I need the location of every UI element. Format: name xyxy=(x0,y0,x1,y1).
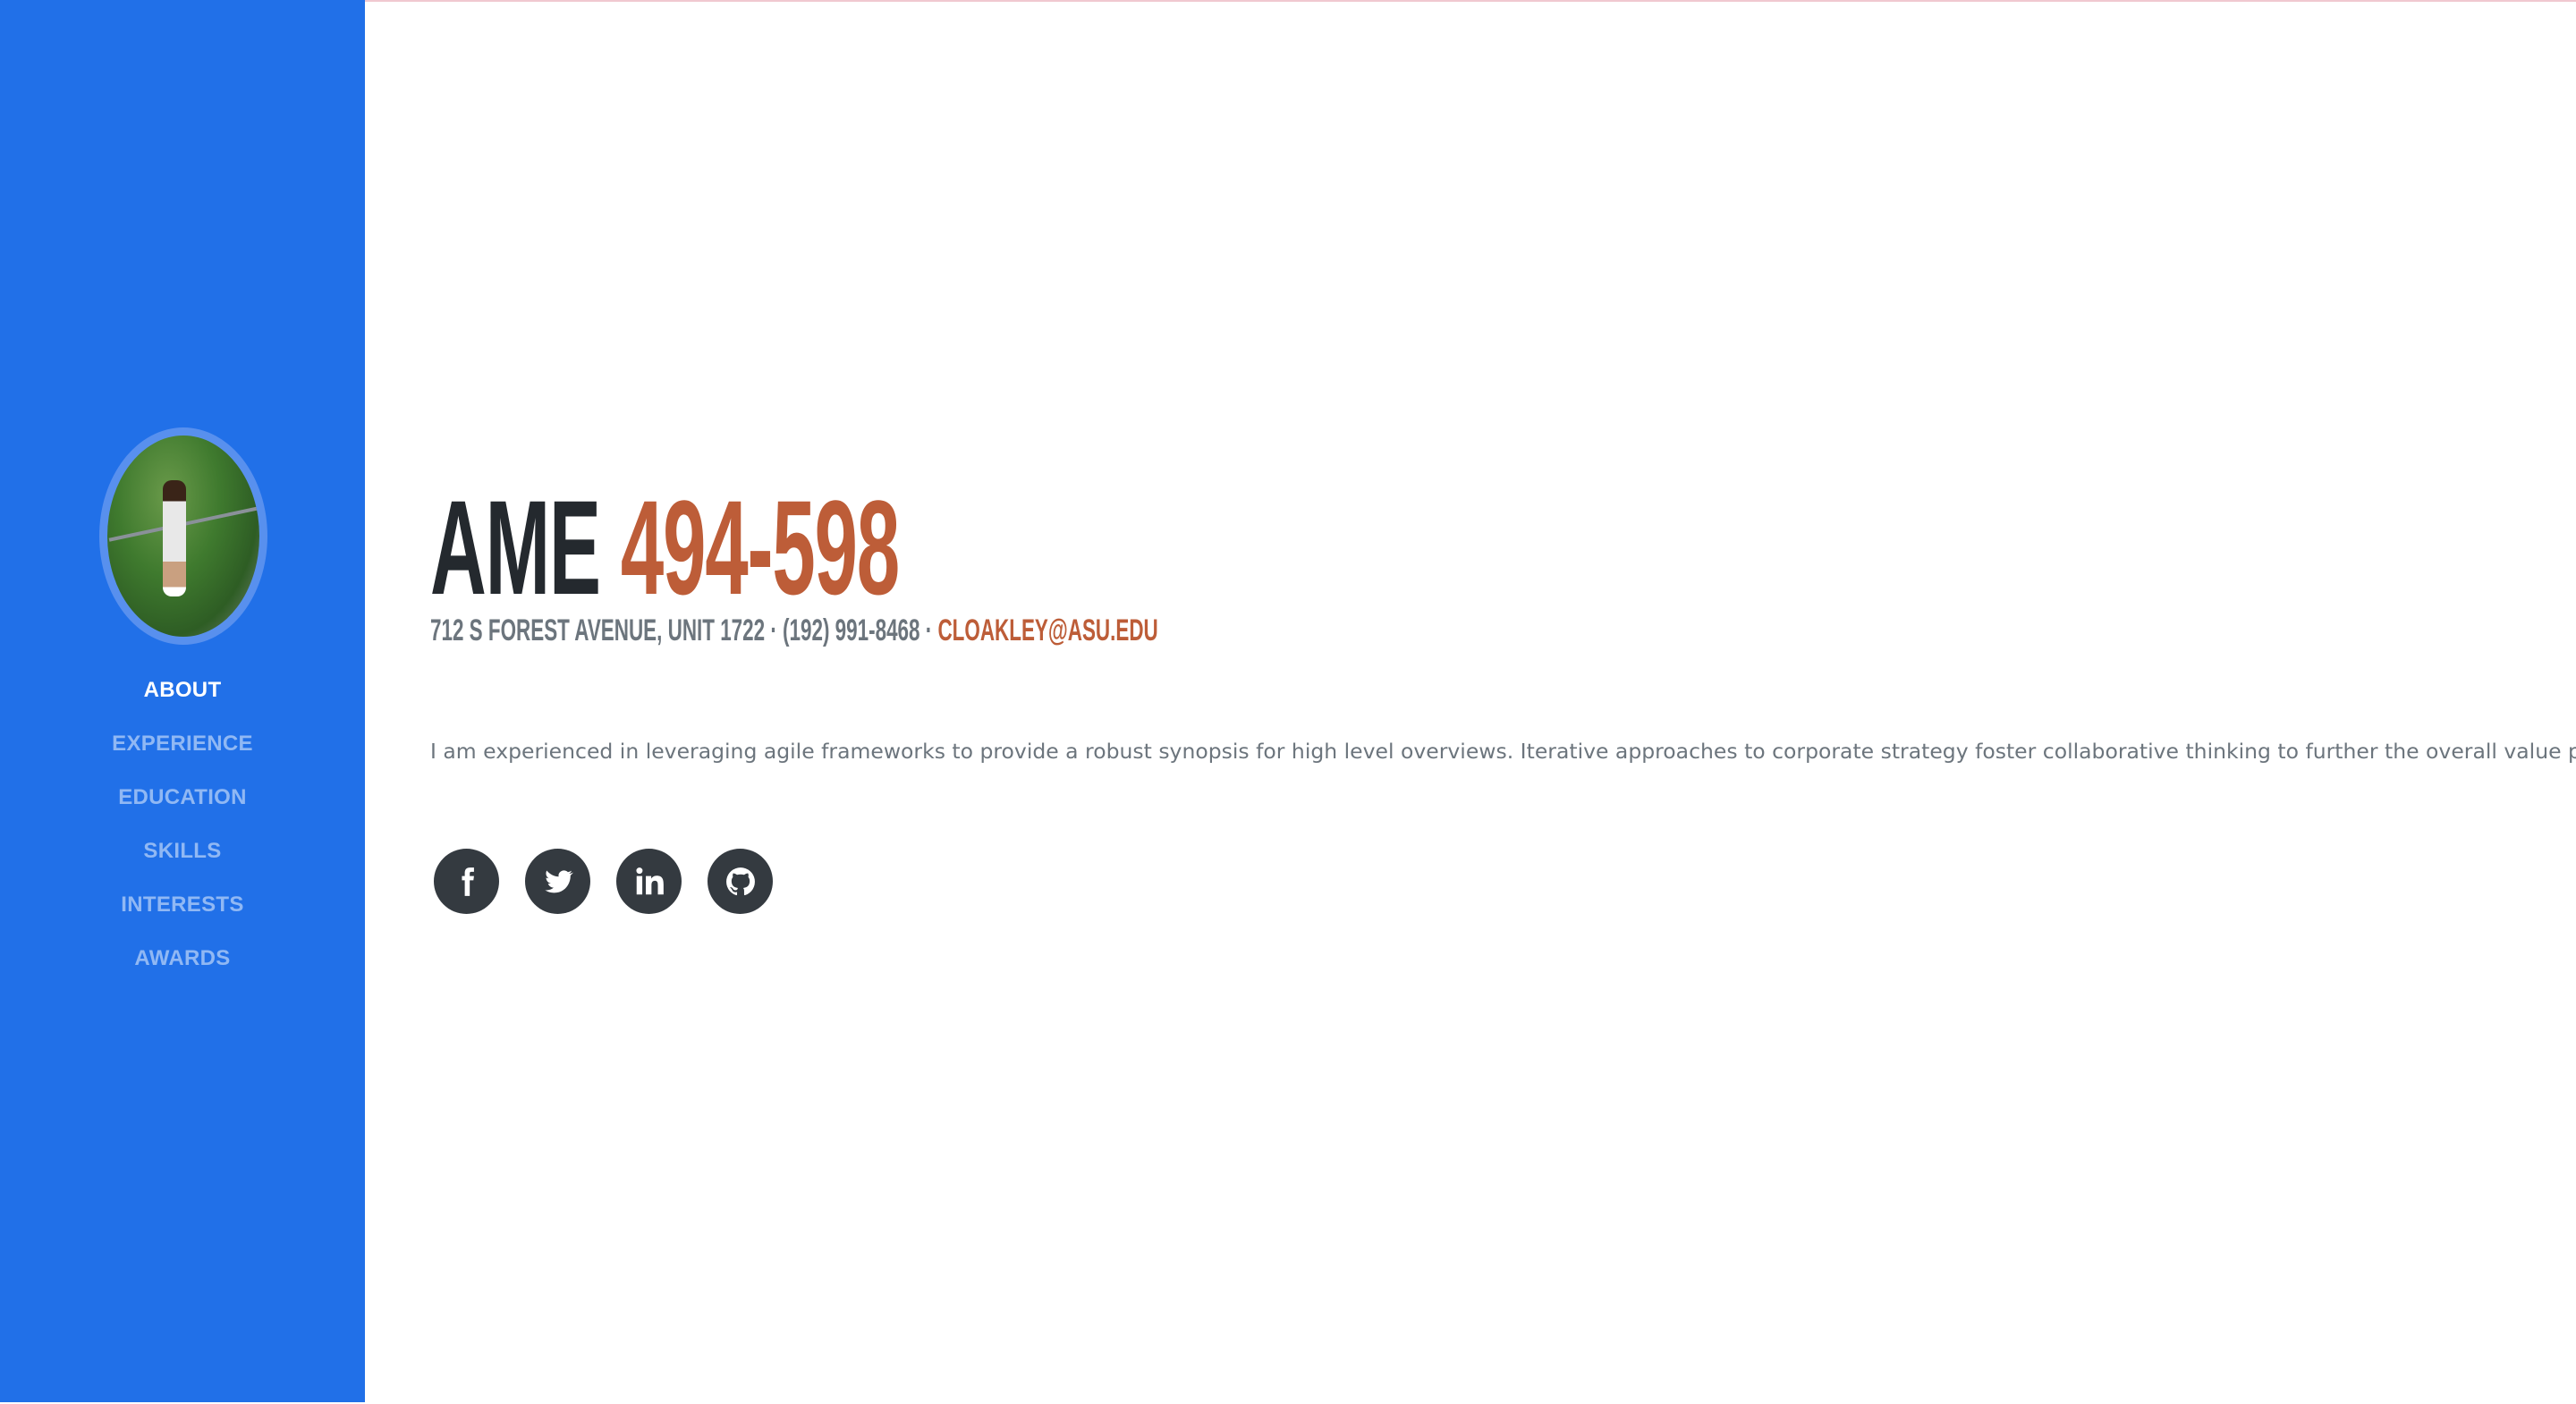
avatar-photo-railing xyxy=(108,503,259,542)
facebook-icon xyxy=(461,867,474,896)
email-link[interactable]: CLOAKLEY@ASU.EDU xyxy=(937,613,1157,647)
twitter-link[interactable] xyxy=(525,849,590,914)
twitter-icon xyxy=(544,869,573,892)
first-name: AME xyxy=(430,472,601,622)
contact-line: 712 S FOREST AVENUE, UNIT 1722 · (192) 9… xyxy=(430,613,1158,648)
linkedin-icon xyxy=(635,867,664,894)
nav-education[interactable]: EDUCATION xyxy=(0,785,365,810)
main-content: AME 494-598 712 S FOREST AVENUE, UNIT 17… xyxy=(365,0,2576,1404)
facebook-link[interactable] xyxy=(434,849,499,914)
github-link[interactable] xyxy=(708,849,773,914)
address-phone: 712 S FOREST AVENUE, UNIT 1722 · (192) 9… xyxy=(430,613,938,647)
github-icon xyxy=(725,867,755,895)
about-lead: I am experienced in leveraging agile fra… xyxy=(430,738,2576,764)
page-title: AME 494-598 xyxy=(430,480,900,614)
nav-interests[interactable]: INTERESTS xyxy=(0,892,365,918)
avatar-photo-person xyxy=(163,480,186,596)
nav-awards[interactable]: AWARDS xyxy=(0,946,365,971)
last-name: 494-598 xyxy=(620,472,900,622)
linkedin-link[interactable] xyxy=(616,849,682,914)
nav-about[interactable]: ABOUT xyxy=(0,678,365,703)
profile-avatar xyxy=(99,427,267,645)
nav-skills[interactable]: SKILLS xyxy=(0,839,365,864)
nav-experience[interactable]: EXPERIENCE xyxy=(0,732,365,757)
sidebar: ABOUT EXPERIENCE EDUCATION SKILLS INTERE… xyxy=(0,0,365,1402)
